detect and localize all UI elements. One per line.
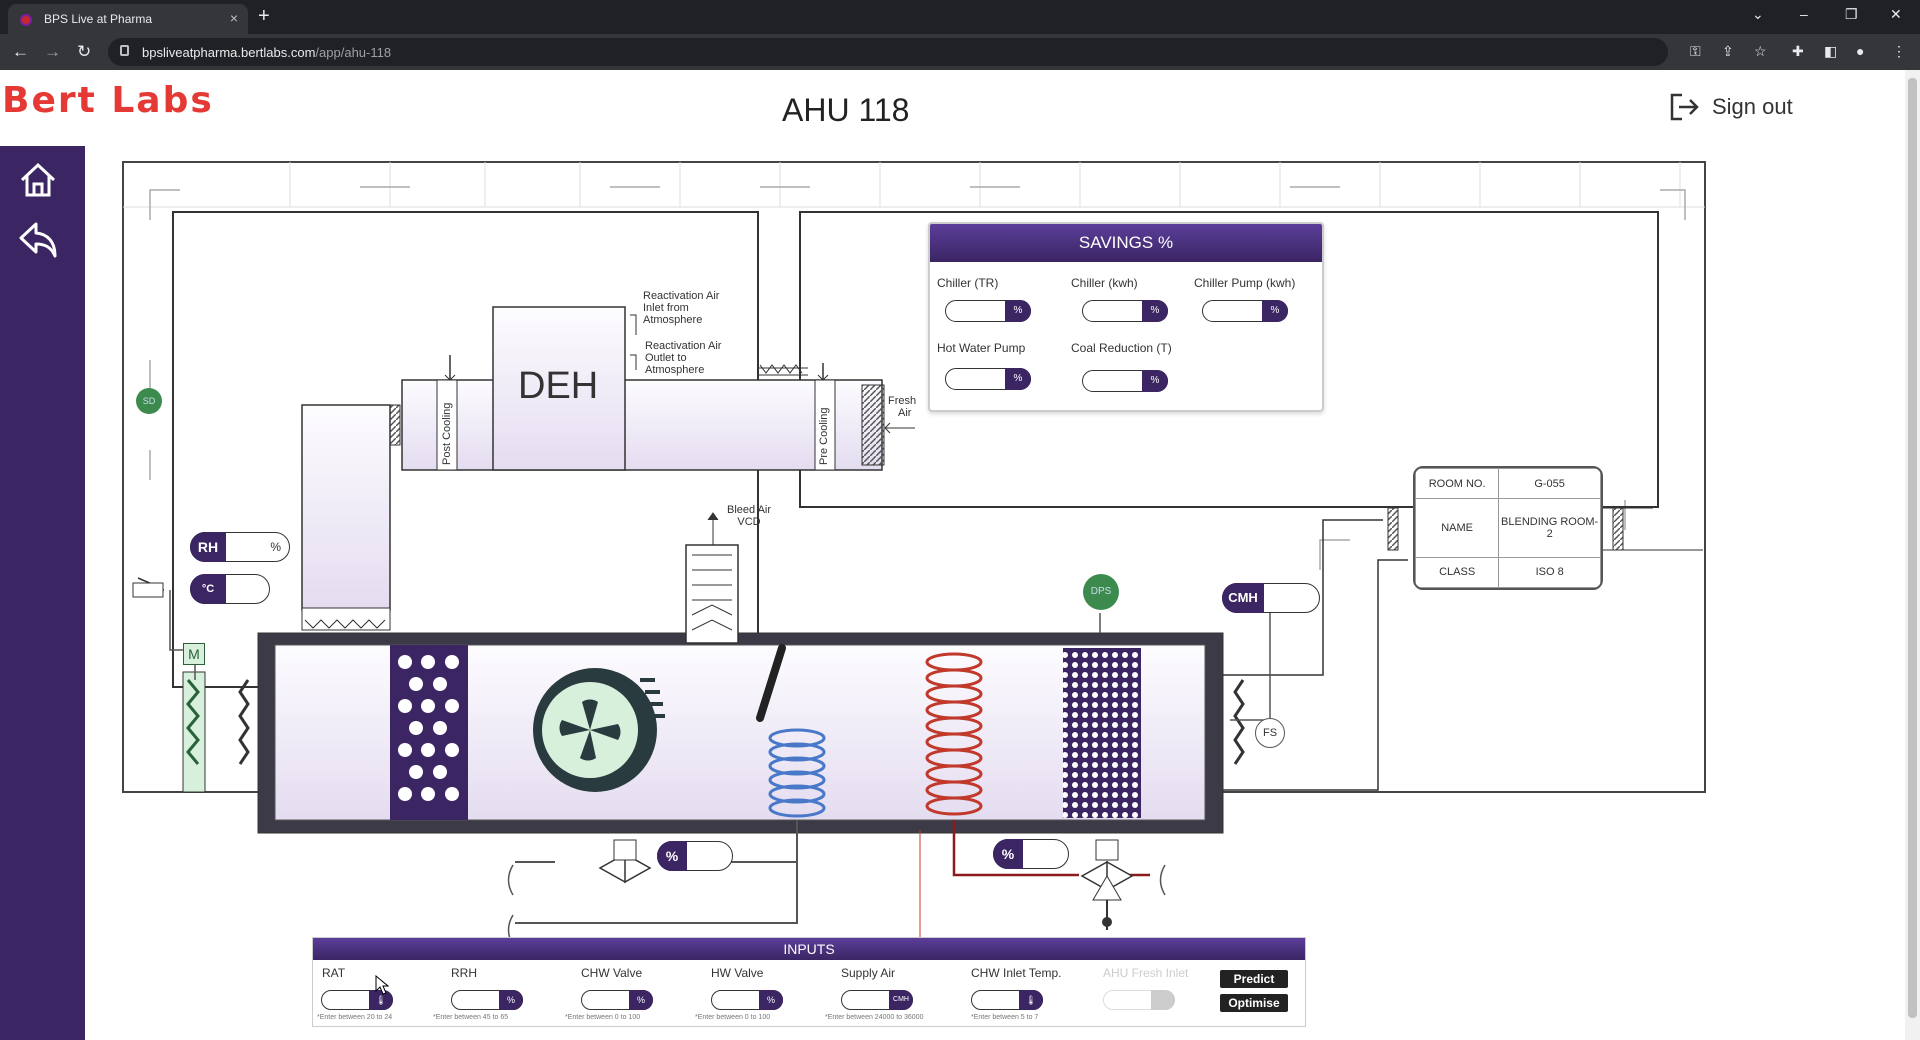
input-rrh-field[interactable]: % xyxy=(451,990,523,1010)
room-info-table: ROOM NO. G-055 NAME BLENDING ROOM-2 CLASS I… xyxy=(1413,466,1603,590)
room-value: G-055 xyxy=(1498,468,1601,500)
savings-hot-water-pump-label: Hot Water Pump xyxy=(937,341,1026,355)
input-rat-hint: *Enter between 20 to 24 xyxy=(317,1014,393,1021)
input-chw-valve-field[interactable]: % xyxy=(581,990,653,1010)
hw-pct-tag: % xyxy=(993,839,1023,869)
hw-valve-readout[interactable]: % xyxy=(993,839,1069,869)
thermometer-icon: 🌡 xyxy=(1019,990,1043,1010)
thermometer-icon: °C xyxy=(190,574,226,604)
input-chw-inlet-hint: *Enter between 5 to 7 xyxy=(971,1014,1039,1021)
input-supply-air-label: Supply Air xyxy=(841,966,896,980)
cooling-coil xyxy=(768,728,826,818)
inputs-panel: INPUTS RAT 🌡 *Enter between 20 to 24 RRH… xyxy=(312,937,1306,1027)
reactivation-outlet-label: Reactivation Air Outlet to Atmosphere xyxy=(645,340,722,376)
savings-title: SAVINGS % xyxy=(930,224,1322,262)
room-key: NAME xyxy=(1415,498,1500,558)
input-fresh-inlet-field[interactable] xyxy=(1103,990,1175,1010)
savings-chiller-kwh-label: Chiller (kwh) xyxy=(1071,276,1138,290)
room-key: CLASS xyxy=(1415,556,1500,588)
cmh-tag: CMH xyxy=(1222,583,1264,613)
input-chw-valve-label: CHW Valve xyxy=(581,966,643,980)
rh-readout[interactable]: RH % xyxy=(190,532,290,562)
fs-sensor[interactable]: FS xyxy=(1255,718,1285,748)
mouse-cursor-icon xyxy=(375,975,389,995)
pre-cooling-label: Pre Cooling xyxy=(818,407,830,465)
room-row: ROOM NO. G-055 xyxy=(1415,468,1601,500)
chw-valve-readout[interactable]: % xyxy=(657,841,733,871)
deh-label: DEH xyxy=(518,365,599,407)
fresh-air-label: Fresh Air xyxy=(888,395,917,419)
rh-unit: % xyxy=(270,540,281,554)
chw-valve-icon xyxy=(598,839,652,884)
savings-chiller-kwh-field[interactable]: % xyxy=(1082,300,1168,322)
input-chw-inlet-field[interactable]: 🌡 xyxy=(971,990,1043,1010)
input-chw-inlet-label: CHW Inlet Temp. xyxy=(971,966,1062,980)
inputs-title: INPUTS xyxy=(313,938,1305,960)
input-hw-valve-hint: *Enter between 0 to 100 xyxy=(695,1014,771,1021)
savings-chiller-pump-field[interactable]: % xyxy=(1202,300,1288,322)
input-rat-label: RAT xyxy=(322,966,346,980)
input-chw-valve-hint: *Enter between 0 to 100 xyxy=(565,1014,641,1021)
motor-icon: M xyxy=(183,643,205,665)
hw-valve-icon xyxy=(1080,839,1134,901)
chw-pct-tag: % xyxy=(657,841,687,871)
bleed-air-vcd xyxy=(685,544,739,644)
savings-chiller-tr-label: Chiller (TR) xyxy=(937,276,999,290)
deh-duct xyxy=(401,379,883,471)
savings-panel: SAVINGS % Chiller (TR) % Chiller (kwh) %… xyxy=(928,222,1324,412)
room-value: ISO 8 xyxy=(1498,556,1601,588)
input-hw-valve-label: HW Valve xyxy=(711,966,764,980)
rh-tag: RH xyxy=(190,532,226,562)
room-row: NAME BLENDING ROOM-2 xyxy=(1415,498,1601,558)
ahu-diagram xyxy=(122,161,1706,946)
room-value: BLENDING ROOM-2 xyxy=(1498,498,1601,558)
temperature-readout[interactable]: °C xyxy=(190,574,270,604)
input-rrh-hint: *Enter between 45 to 65 xyxy=(433,1014,509,1021)
reactivation-inlet-label: Reactivation Air Inlet from Atmosphere xyxy=(643,290,720,326)
savings-chiller-tr-field[interactable]: % xyxy=(945,300,1031,322)
predict-button[interactable]: Predict xyxy=(1220,970,1288,988)
hepa-filter xyxy=(1063,648,1141,818)
optimise-button[interactable]: Optimise xyxy=(1220,994,1288,1012)
sd-sensor-badge[interactable]: SD xyxy=(136,388,162,414)
room-key: ROOM NO. xyxy=(1415,468,1500,500)
input-hw-valve-field[interactable]: % xyxy=(711,990,783,1010)
post-cooling-label: Post Cooling xyxy=(441,402,453,465)
savings-chiller-pump-label: Chiller Pump (kwh) xyxy=(1194,276,1296,290)
input-supply-air-field[interactable]: CMH xyxy=(841,990,913,1010)
room-row: CLASS ISO 8 xyxy=(1415,556,1601,588)
input-fresh-inlet-label: AHU Fresh Inlet xyxy=(1103,966,1189,980)
dps-sensor-badge[interactable]: DPS xyxy=(1083,574,1119,610)
savings-coal-field[interactable]: % xyxy=(1082,370,1168,392)
input-rrh-label: RRH xyxy=(451,966,477,980)
input-supply-air-hint: *Enter between 24000 to 36000 xyxy=(825,1014,924,1021)
savings-hot-water-pump-field[interactable]: % xyxy=(945,368,1031,390)
savings-coal-label: Coal Reduction (T) xyxy=(1071,341,1172,355)
bleed-air-label: Bleed Air VCD xyxy=(727,504,772,528)
cmh-readout[interactable]: CMH xyxy=(1222,583,1320,613)
